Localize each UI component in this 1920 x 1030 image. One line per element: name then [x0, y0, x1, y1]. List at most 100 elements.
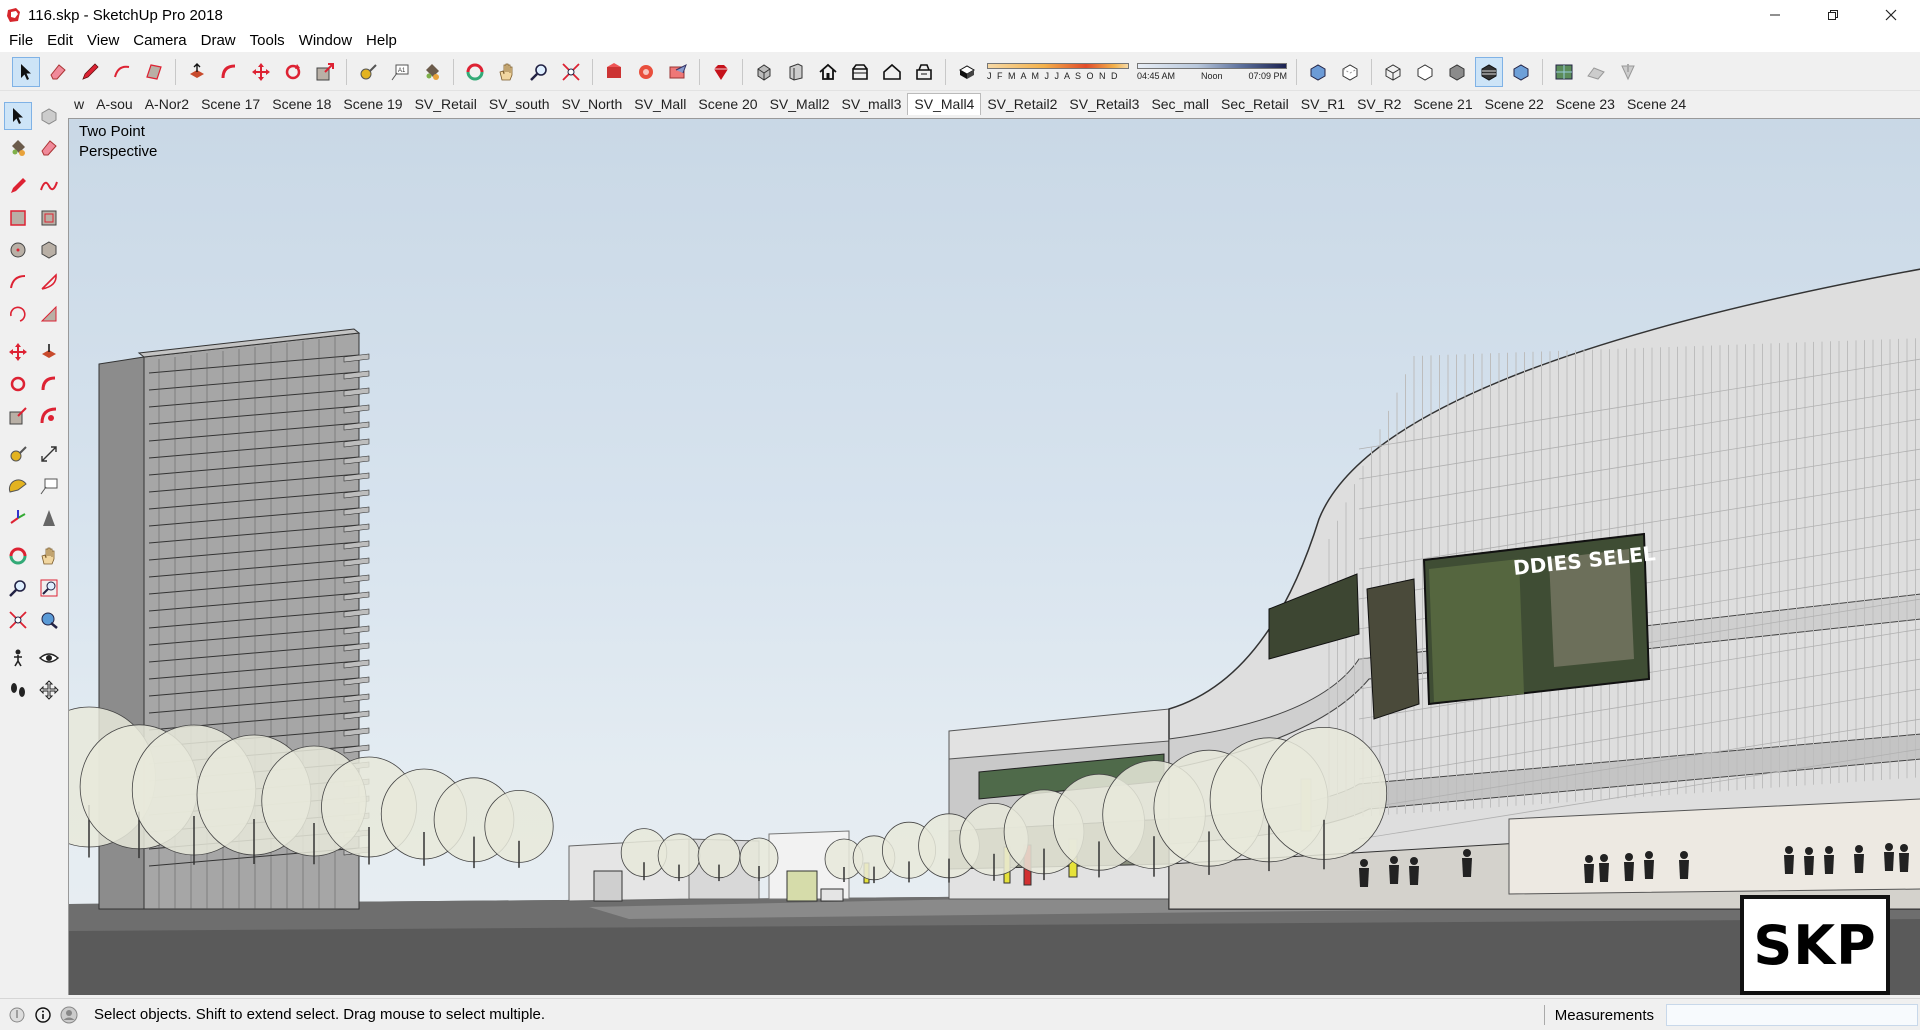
scene-tab[interactable]: Scene 19	[337, 94, 408, 115]
pan-button[interactable]	[35, 542, 63, 570]
rotate-tool-button[interactable]	[279, 57, 307, 87]
arc-tool-button[interactable]	[108, 57, 136, 87]
rectangle-tool-button[interactable]	[140, 57, 168, 87]
shaded-textures-style-button[interactable]	[1475, 56, 1503, 87]
measurements-input[interactable]	[1666, 1004, 1918, 1026]
previous-view-button[interactable]	[35, 606, 63, 634]
text-button[interactable]	[35, 472, 63, 500]
eraser-button[interactable]	[35, 134, 63, 162]
pan-tool-button[interactable]	[493, 57, 521, 87]
scene-tab[interactable]: Scene 18	[266, 94, 337, 115]
select-tool-button[interactable]	[12, 56, 40, 87]
paint-bucket-button[interactable]	[4, 134, 32, 162]
add-location-button[interactable]	[1550, 57, 1578, 87]
walk-button[interactable]	[4, 676, 32, 704]
month-slider-track[interactable]	[987, 62, 1129, 69]
tape-measure-button[interactable]	[4, 440, 32, 468]
wireframe-style-button[interactable]	[1379, 57, 1407, 87]
scene-tab[interactable]: w	[68, 94, 90, 115]
back-edges-button[interactable]	[1336, 57, 1364, 87]
zoom-window-button[interactable]	[35, 574, 63, 602]
model-viewport[interactable]: DDIES SELEL Two Point Perspective SKP	[68, 118, 1920, 995]
hidden-line-style-button[interactable]	[1411, 57, 1439, 87]
close-button[interactable]	[1862, 0, 1920, 30]
photo-textures-button[interactable]	[1614, 57, 1642, 87]
warehouse-button[interactable]	[600, 57, 628, 87]
text-tool-button[interactable]: A1	[386, 57, 414, 87]
three-point-arc-button[interactable]	[4, 300, 32, 328]
ruby-console-button[interactable]	[707, 57, 735, 87]
scene-tab[interactable]: SV_Mall	[628, 94, 692, 115]
scene-tab[interactable]: SV_Retail2	[981, 94, 1063, 115]
rotate-button[interactable]	[4, 370, 32, 398]
scene-tab[interactable]: SV_R2	[1351, 94, 1407, 115]
protractor-button[interactable]	[4, 472, 32, 500]
menu-camera[interactable]: Camera	[126, 30, 193, 52]
scale-tool-button[interactable]	[311, 57, 339, 87]
scale-button[interactable]	[4, 402, 32, 430]
info-icon[interactable]	[34, 1006, 52, 1024]
move-button[interactable]	[4, 338, 32, 366]
offset-button[interactable]	[35, 402, 63, 430]
orbit-tool-button[interactable]	[461, 57, 489, 87]
polygon-button[interactable]	[35, 236, 63, 264]
zoom-button[interactable]	[4, 574, 32, 602]
scene-tab[interactable]: SV_Retail3	[1063, 94, 1145, 115]
front-view-button[interactable]	[814, 57, 842, 87]
menu-tools[interactable]: Tools	[243, 30, 292, 52]
scene-tab[interactable]: SV_Retail	[409, 94, 483, 115]
push-pull-button[interactable]	[35, 338, 63, 366]
paint-bucket-tool-button[interactable]	[418, 57, 446, 87]
restore-button[interactable]	[1804, 0, 1862, 30]
move-tool-button[interactable]	[247, 57, 275, 87]
select-tool-button[interactable]	[4, 102, 32, 130]
push-pull-tool-button[interactable]	[183, 57, 211, 87]
dimension-button[interactable]	[35, 440, 63, 468]
menu-file[interactable]: File	[2, 30, 40, 52]
two-point-arc-button[interactable]	[35, 268, 63, 296]
share-model-button[interactable]	[664, 57, 692, 87]
right-view-button[interactable]	[846, 57, 874, 87]
orbit-button[interactable]	[4, 542, 32, 570]
shadow-time-slider[interactable]: 04:45 AM Noon 07:09 PM	[1137, 62, 1287, 81]
scene-tab[interactable]: Scene 17	[195, 94, 266, 115]
scene-tab[interactable]: SV_mall3	[836, 94, 908, 115]
menu-draw[interactable]: Draw	[194, 30, 243, 52]
shaded-style-button[interactable]	[1443, 57, 1471, 87]
scene-tab[interactable]: SV_south	[483, 94, 556, 115]
shadow-month-slider[interactable]: J F M A M J J A S O N D	[987, 62, 1129, 81]
scene-tab[interactable]: SV_Mall2	[764, 94, 836, 115]
top-view-button[interactable]	[782, 57, 810, 87]
monochrome-style-button[interactable]	[1507, 57, 1535, 87]
tape-measure-tool-button[interactable]	[354, 57, 382, 87]
scene-tab[interactable]: A-sou	[90, 94, 139, 115]
xray-style-button[interactable]	[1304, 57, 1332, 87]
arc-button[interactable]	[4, 268, 32, 296]
scene-tab[interactable]: Scene 21	[1407, 94, 1478, 115]
menu-view[interactable]: View	[80, 30, 126, 52]
scene-tab[interactable]: Scene 24	[1621, 94, 1692, 115]
minimize-button[interactable]	[1746, 0, 1804, 30]
geo-location-icon[interactable]	[8, 1006, 26, 1024]
time-slider-track[interactable]	[1137, 62, 1287, 69]
look-around-button[interactable]	[35, 644, 63, 672]
scene-tab[interactable]: SV_R1	[1295, 94, 1351, 115]
scene-tab[interactable]: Sec_mall	[1145, 94, 1215, 115]
user-account-icon[interactable]	[60, 1006, 78, 1024]
zoom-extents-button[interactable]	[4, 606, 32, 634]
scene-tab[interactable]: SV_North	[556, 94, 629, 115]
shadows-toggle-button[interactable]	[953, 57, 981, 87]
rotated-rectangle-button[interactable]	[35, 204, 63, 232]
zoom-extents-button[interactable]	[557, 57, 585, 87]
freehand-button[interactable]	[35, 172, 63, 200]
zoom-tool-button[interactable]	[525, 57, 553, 87]
scene-tab[interactable]: Scene 22	[1479, 94, 1550, 115]
make-component-button[interactable]	[35, 102, 63, 130]
iso-view-button[interactable]	[750, 57, 778, 87]
pie-button[interactable]	[35, 300, 63, 328]
rectangle-button[interactable]	[4, 204, 32, 232]
scene-tab[interactable]: Scene 20	[692, 94, 763, 115]
circle-button[interactable]	[4, 236, 32, 264]
menu-window[interactable]: Window	[292, 30, 359, 52]
extension-warehouse-button[interactable]	[632, 57, 660, 87]
